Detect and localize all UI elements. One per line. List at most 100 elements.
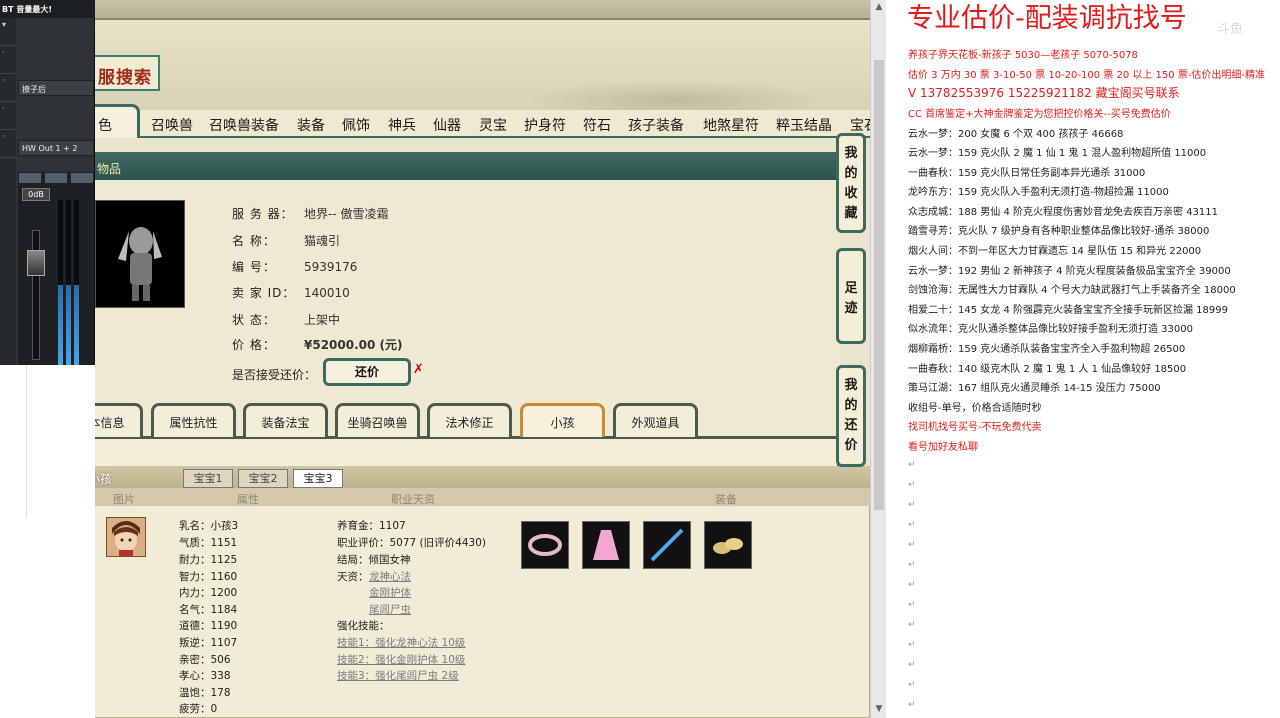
server-row: 服 务 器： 地界-- 傲雪凌霜 xyxy=(232,207,389,221)
solo-button[interactable] xyxy=(44,172,68,184)
note-line: 烟柳霜桥：159 克火通杀队装备宝宝齐全入手盈利物超 26500 xyxy=(908,344,1186,355)
talent-ending: 结局：倾国女神 xyxy=(337,554,411,566)
talent-fund: 养育金：1107 xyxy=(337,520,406,532)
paragraph-mark: ↵ xyxy=(908,600,916,610)
paragraph-mark: ↵ xyxy=(908,700,916,710)
tab-child[interactable]: 小孩 xyxy=(520,403,605,437)
category-tab[interactable]: 神兵 xyxy=(388,115,416,135)
col-equipment: 装备 xyxy=(715,493,737,506)
notes-title: 专业估价-配装调抗找号 xyxy=(907,3,1187,34)
stat-morality: 道德：1190 xyxy=(179,620,238,632)
note-line: 策马江湖：167 组队克火通灵睡杀 14-15 没压力 75000 xyxy=(908,383,1161,394)
dress-graphic xyxy=(593,530,619,560)
category-tab-active[interactable]: 色 xyxy=(95,104,140,138)
tab-appearance[interactable]: 外观道具 xyxy=(613,403,698,437)
baby-tab-2[interactable]: 宝宝2 xyxy=(238,469,288,488)
channel-select-2[interactable]: HW Out 1 + 2 xyxy=(18,140,94,156)
category-tab[interactable]: 灵宝 xyxy=(479,115,507,135)
counter-offer-button[interactable]: 还价 xyxy=(323,358,411,386)
category-tab[interactable]: 召唤兽装备 xyxy=(209,115,279,135)
tab-mounts[interactable]: 坐骑召唤兽 xyxy=(335,403,420,437)
column-headers: 图片 属性 职业天资 装备 xyxy=(95,488,870,506)
close-x-icon[interactable]: ✗ xyxy=(413,362,424,377)
talent-score: 职业评价：5077 (旧评价4430) xyxy=(337,537,486,549)
note-line: V 13782553976 15225921182 藏宝阁买号联系 xyxy=(908,86,1180,100)
scroll-thumb[interactable] xyxy=(874,60,884,510)
scroll-down-icon[interactable]: ▼ xyxy=(873,704,885,716)
equip-dress-icon[interactable] xyxy=(582,521,630,569)
stat-fame: 名气：1184 xyxy=(179,604,238,616)
paragraph-mark: ↵ xyxy=(908,560,916,570)
paragraph-mark: ↵ xyxy=(908,660,916,670)
stat-fatigue: 疲劳：0 xyxy=(179,703,218,715)
name-row: 名 称： 猫魂引 xyxy=(232,234,341,248)
baby-tab-1[interactable]: 宝宝1 xyxy=(183,469,233,488)
category-tab[interactable]: 符石 xyxy=(583,115,611,135)
note-line: 找司机找号买号-不玩免费代卖 xyxy=(908,422,1042,433)
seller-row: 卖 家 ID： 140010 xyxy=(232,286,350,300)
note-line: 收组号-单号，价格合适随时秒 xyxy=(908,403,1042,414)
strip-label: · xyxy=(0,74,16,102)
note-line: 烟火人间：不到一年区大力甘霖遗忘 14 星队伍 15 和异光 22000 xyxy=(908,246,1202,257)
paragraph-mark: ↵ xyxy=(908,520,916,530)
skill-link[interactable]: 技能3：强化尾闾尸虫 2级 xyxy=(337,668,459,683)
counter-offer-label: 是否接受还价： xyxy=(232,368,317,382)
stream-watermark: 斗鱼 xyxy=(1217,22,1244,37)
paragraph-mark: ↵ xyxy=(908,640,916,650)
channel-select-1[interactable]: 撩子后 xyxy=(18,80,94,96)
paragraph-mark: ↵ xyxy=(908,620,916,630)
note-line: 踏雪寻芳：克火队 7 级护身有各种职业整体品像比较好-通杀 38000 xyxy=(908,226,1210,237)
talent-link[interactable]: 龙神心法 xyxy=(369,569,411,584)
category-tab[interactable]: 孩子装备 xyxy=(628,115,684,135)
skill-link[interactable]: 技能2：强化金刚护体 10级 xyxy=(337,652,465,667)
paragraph-mark: ↵ xyxy=(908,580,916,590)
category-tab[interactable]: 粹玉结晶 xyxy=(776,115,832,135)
category-tab[interactable]: 护身符 xyxy=(524,115,566,135)
equip-sword-icon[interactable] xyxy=(643,521,691,569)
stat-rebellion: 叛逆：1107 xyxy=(179,637,238,649)
stat-inner-power: 内力：1200 xyxy=(179,587,238,599)
record-button[interactable] xyxy=(70,172,94,184)
db-readout[interactable]: 0dB xyxy=(22,188,50,201)
footprint-button[interactable]: 足迹 xyxy=(836,248,866,344)
category-tab[interactable]: 召唤兽 xyxy=(151,115,193,135)
strip-label: · xyxy=(0,130,16,158)
note-line: 估价 3 万内 30 票 3-10-50 票 10-20-100 票 20 以上… xyxy=(908,70,1266,81)
vertical-scrollbar[interactable]: ▲ ▼ xyxy=(870,0,886,718)
scroll-up-icon[interactable]: ▲ xyxy=(873,2,885,14)
tab-spell-mod[interactable]: 法术修正 xyxy=(427,403,512,437)
skill-link[interactable]: 技能1：强化龙神心法 10级 xyxy=(337,635,465,650)
talent-link[interactable]: 金刚护体 xyxy=(369,585,411,600)
category-tab[interactable]: 宝石 xyxy=(850,115,870,135)
game-window: 服搜索 色 召唤兽 召唤兽装备 装备 佩饰 神兵 仙器 灵宝 护身符 符石 孩子… xyxy=(95,0,870,718)
note-line: 龙吟东方：159 克火队入手盈利无须打造-物超捡漏 11000 xyxy=(908,187,1169,198)
game-header xyxy=(95,20,870,120)
note-line: 养孩子界天花板-新孩子 5030—老孩子 5070-5078 xyxy=(908,50,1138,61)
note-line: 云水一梦：200 女魔 6 个双 400 孩孩子 46668 xyxy=(908,129,1124,140)
category-tab[interactable]: 装备 xyxy=(297,115,325,135)
section-bar: 物品 xyxy=(95,152,840,180)
equip-wreath-icon[interactable] xyxy=(521,521,569,569)
equip-shoes-icon[interactable] xyxy=(704,521,752,569)
talent-label: 天资： xyxy=(337,571,369,583)
desktop-gap xyxy=(0,365,27,518)
paragraph-mark: ↵ xyxy=(908,540,916,550)
my-counter-offers-button[interactable]: 我的还价 xyxy=(836,365,866,467)
status-row: 状 态： 上架中 xyxy=(232,313,341,327)
baby-tab-3[interactable]: 宝宝3 xyxy=(293,469,343,488)
paragraph-mark: ↵ xyxy=(908,500,916,510)
id-row: 编 号： 5939176 xyxy=(232,260,358,274)
volume-fader-handle[interactable] xyxy=(27,250,45,276)
tab-basic-info[interactable]: 基本信息 xyxy=(95,403,143,437)
talent-link[interactable]: 尾闾尸虫 xyxy=(369,602,411,617)
tab-attributes[interactable]: 属性抗性 xyxy=(151,403,236,437)
category-tab[interactable]: 仙器 xyxy=(433,115,461,135)
note-line: 云水一梦：192 男仙 2 新神孩子 4 阶克火程度装备极品宝宝齐全 39000 xyxy=(908,266,1231,277)
category-tab[interactable]: 地煞星符 xyxy=(703,115,759,135)
mute-button[interactable] xyxy=(18,172,42,184)
my-favorites-button[interactable]: 我的收藏 xyxy=(836,133,866,233)
stat-intellect: 智力：1160 xyxy=(179,571,238,583)
category-tab[interactable]: 佩饰 xyxy=(342,115,370,135)
tab-equipment[interactable]: 装备法宝 xyxy=(243,403,328,437)
col-talent: 职业天资 xyxy=(391,493,435,506)
